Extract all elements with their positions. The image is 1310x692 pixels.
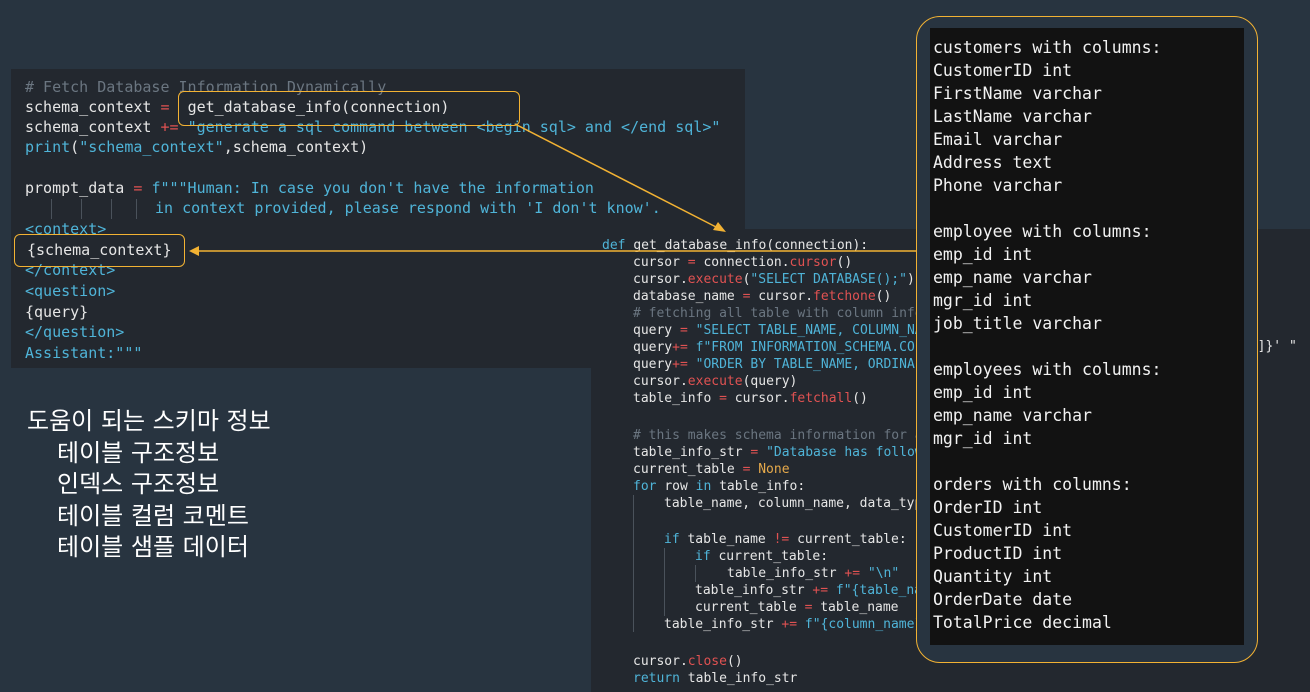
- output-line: emp_name varchar: [933, 406, 1092, 425]
- code-line-question-close: </question>: [25, 323, 125, 341]
- code-line: return table_info_str: [633, 671, 798, 686]
- code-line: for row in table_info:: [633, 479, 806, 494]
- code-line: cursor.execute(query): [633, 374, 798, 389]
- indent-guide: [81, 199, 82, 219]
- code-line: cursor.close(): [633, 654, 743, 669]
- output-line: ProductID int: [933, 544, 1063, 563]
- code-line: query = "SELECT TABLE_NAME, COLUMN_NAM: [633, 323, 931, 338]
- code-line: cursor = connection.cursor(): [633, 255, 853, 270]
- code-line: table_info_str += "\n": [727, 566, 900, 581]
- indent-guide: [111, 199, 112, 219]
- output-line: OrderID int: [933, 498, 1043, 517]
- output-blank-line: [933, 197, 1244, 220]
- indent-guide: [136, 199, 137, 219]
- code-line: table_info_str = "Database has followi: [633, 445, 931, 460]
- notes-item: 테이블 컬럼 코멘트: [57, 501, 249, 530]
- output-line: orders with columns:: [933, 475, 1132, 494]
- output-blank-line: [933, 450, 1244, 473]
- code-line: cursor.execute("SELECT DATABASE();") #: [633, 272, 930, 287]
- output-line: mgr_id int: [933, 429, 1033, 448]
- code-line-def: def get_database_info(connection):: [602, 238, 869, 253]
- notes-item: 인덱스 구조정보: [57, 470, 220, 498]
- schema-output-panel: customers with columns: CustomerID int Fir…: [930, 28, 1244, 645]
- output-line: CustomerID int: [933, 61, 1073, 80]
- output-line: emp_id int: [933, 383, 1033, 402]
- code-comment: # this makes schema information for ad: [633, 428, 931, 443]
- code-line: if current_table:: [695, 549, 829, 564]
- output-blank-line: [933, 335, 1244, 358]
- output-line: FirstName varchar: [933, 84, 1102, 103]
- notes-item: 테이블 샘플 데이터: [57, 533, 249, 561]
- output-line: LastName varchar: [933, 107, 1092, 126]
- output-line: emp_name varchar: [933, 268, 1092, 287]
- notes-heading: 도움이 되는 스키마 정보: [27, 407, 271, 435]
- function-call-highlight: [178, 91, 520, 126]
- code-line: table_info = cursor.fetchall(): [633, 391, 868, 406]
- output-line: employee with columns:: [933, 222, 1152, 241]
- code-line-query-placeholder: {query}: [25, 303, 89, 321]
- code-line-print: print("schema_context",schema_context): [25, 138, 369, 156]
- indent-guide: [695, 565, 696, 582]
- code-line: database_name = cursor.fetchone(): [633, 289, 892, 304]
- indent-guide: [664, 548, 665, 616]
- code-line: table_info_str += f"{column_name}: [664, 617, 923, 632]
- placeholder-highlight: [14, 234, 185, 267]
- code-line: table_name, column_name, data_type: [664, 496, 931, 511]
- indent-guide: [51, 199, 52, 219]
- output-line: customers with columns:: [933, 38, 1162, 57]
- schema-tips-notes: 도움이 되는 스키마 정보 테이블 구조정보 인덱스 구조정보 테이블 컬럼 코…: [27, 406, 271, 564]
- output-line: CustomerID int: [933, 521, 1073, 540]
- code-line: current_table = table_name: [695, 600, 899, 615]
- code-comment: # fetching all table with column infor: [633, 306, 931, 321]
- code-line-prompt-data: prompt_data = f"""Human: In case you don…: [25, 179, 594, 197]
- notes-item: 테이블 구조정보: [57, 438, 220, 467]
- code-line-prompt-cont: in context provided, please respond with…: [155, 199, 661, 217]
- code-line: query+= "ORDER BY TABLE_NAME, ORDINAL_: [633, 357, 931, 372]
- output-line: OrderDate date: [933, 590, 1073, 609]
- output-line: Phone varchar: [933, 176, 1063, 195]
- code-line-assistant: Assistant:""": [25, 344, 143, 362]
- output-line: Address text: [933, 153, 1053, 172]
- code-line-question-open: <question>: [25, 282, 116, 300]
- code-line: if table_name != current_table:: [664, 532, 907, 547]
- output-line: job_title varchar: [933, 314, 1102, 333]
- output-line: Quantity int: [933, 567, 1053, 586]
- output-line: TotalPrice decimal: [933, 613, 1112, 632]
- output-line: mgr_id int: [933, 291, 1033, 310]
- output-line: Email varchar: [933, 130, 1063, 149]
- code-line: table_info_str += f"{table_nam: [695, 583, 930, 598]
- output-line: emp_id int: [933, 245, 1033, 264]
- indent-guide: [633, 495, 634, 632]
- code-line: current_table = None: [633, 462, 790, 477]
- output-line: employees with columns:: [933, 360, 1162, 379]
- code-line: query+= f"FROM INFORMATION_SCHEMA.COLU: [633, 340, 931, 355]
